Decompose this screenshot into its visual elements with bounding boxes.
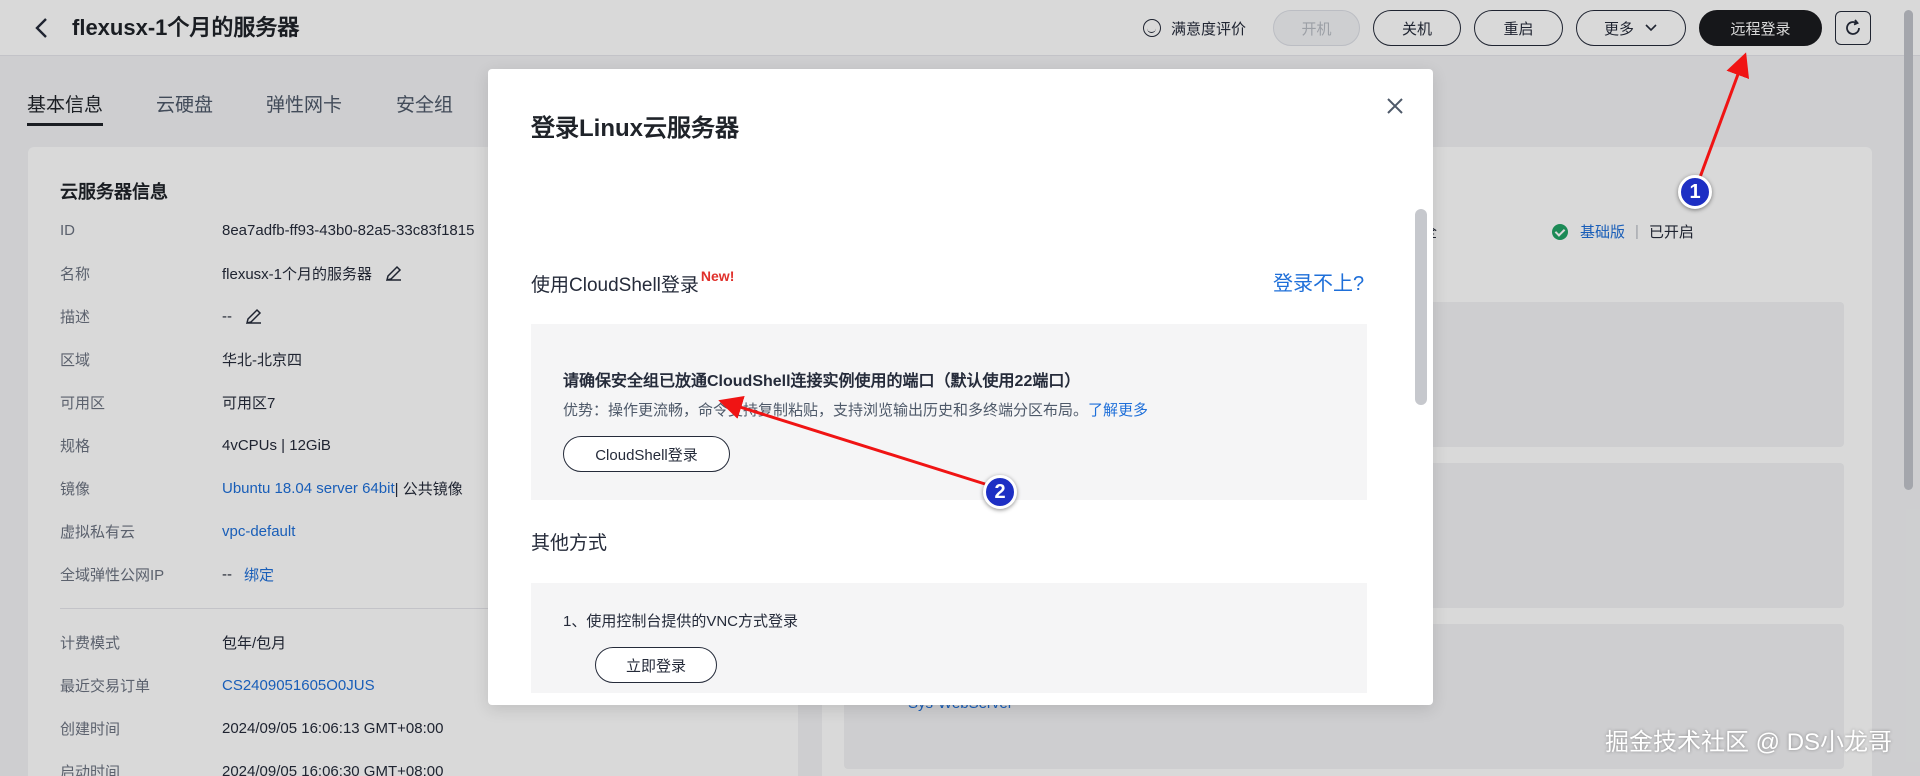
cannot-login-link[interactable]: 登录不上? [1273,267,1364,296]
vnc-login-button[interactable]: 立即登录 [595,647,717,683]
cloudshell-section-header: 使用CloudShell登录 New! [531,268,735,297]
learn-more-link[interactable]: 了解更多 [1088,402,1148,419]
new-badge: New! [700,268,735,284]
cloudshell-box: 请确保安全组已放通CloudShell连接实例使用的端口（默认使用22端口） 优… [531,324,1367,500]
linux-login-dialog: 登录Linux云服务器 使用CloudShell登录 New! 登录不上? 请确… [488,69,1433,705]
close-icon[interactable] [1380,91,1410,121]
dialog-title: 登录Linux云服务器 [531,115,739,142]
step-badge-2: 2 [983,475,1017,509]
watermark: 掘金技术社区 @ DS小龙哥 [1605,729,1893,756]
dialog-scrollbar[interactable] [1415,209,1427,405]
advantage-text: 优势：操作更流畅，命令支持复制粘贴，支持浏览输出历史和多终端分区布局。了解更多 [563,399,1148,420]
step-badge-1: 1 [1678,175,1712,209]
cloudshell-header-text: 使用CloudShell登录 [531,275,699,296]
vnc-description: 1、使用控制台提供的VNC方式登录 [563,613,799,630]
cloudshell-login-button[interactable]: CloudShell登录 [563,436,730,472]
advantage-description: 优势：操作更流畅，命令支持复制粘贴，支持浏览输出历史和多终端分区布局。 [563,402,1089,419]
port-notice: 请确保安全组已放通CloudShell连接实例使用的端口（默认使用22端口） [563,373,1081,390]
vnc-box: 1、使用控制台提供的VNC方式登录 立即登录 [531,583,1367,693]
other-methods-header: 其他方式 [531,533,608,554]
